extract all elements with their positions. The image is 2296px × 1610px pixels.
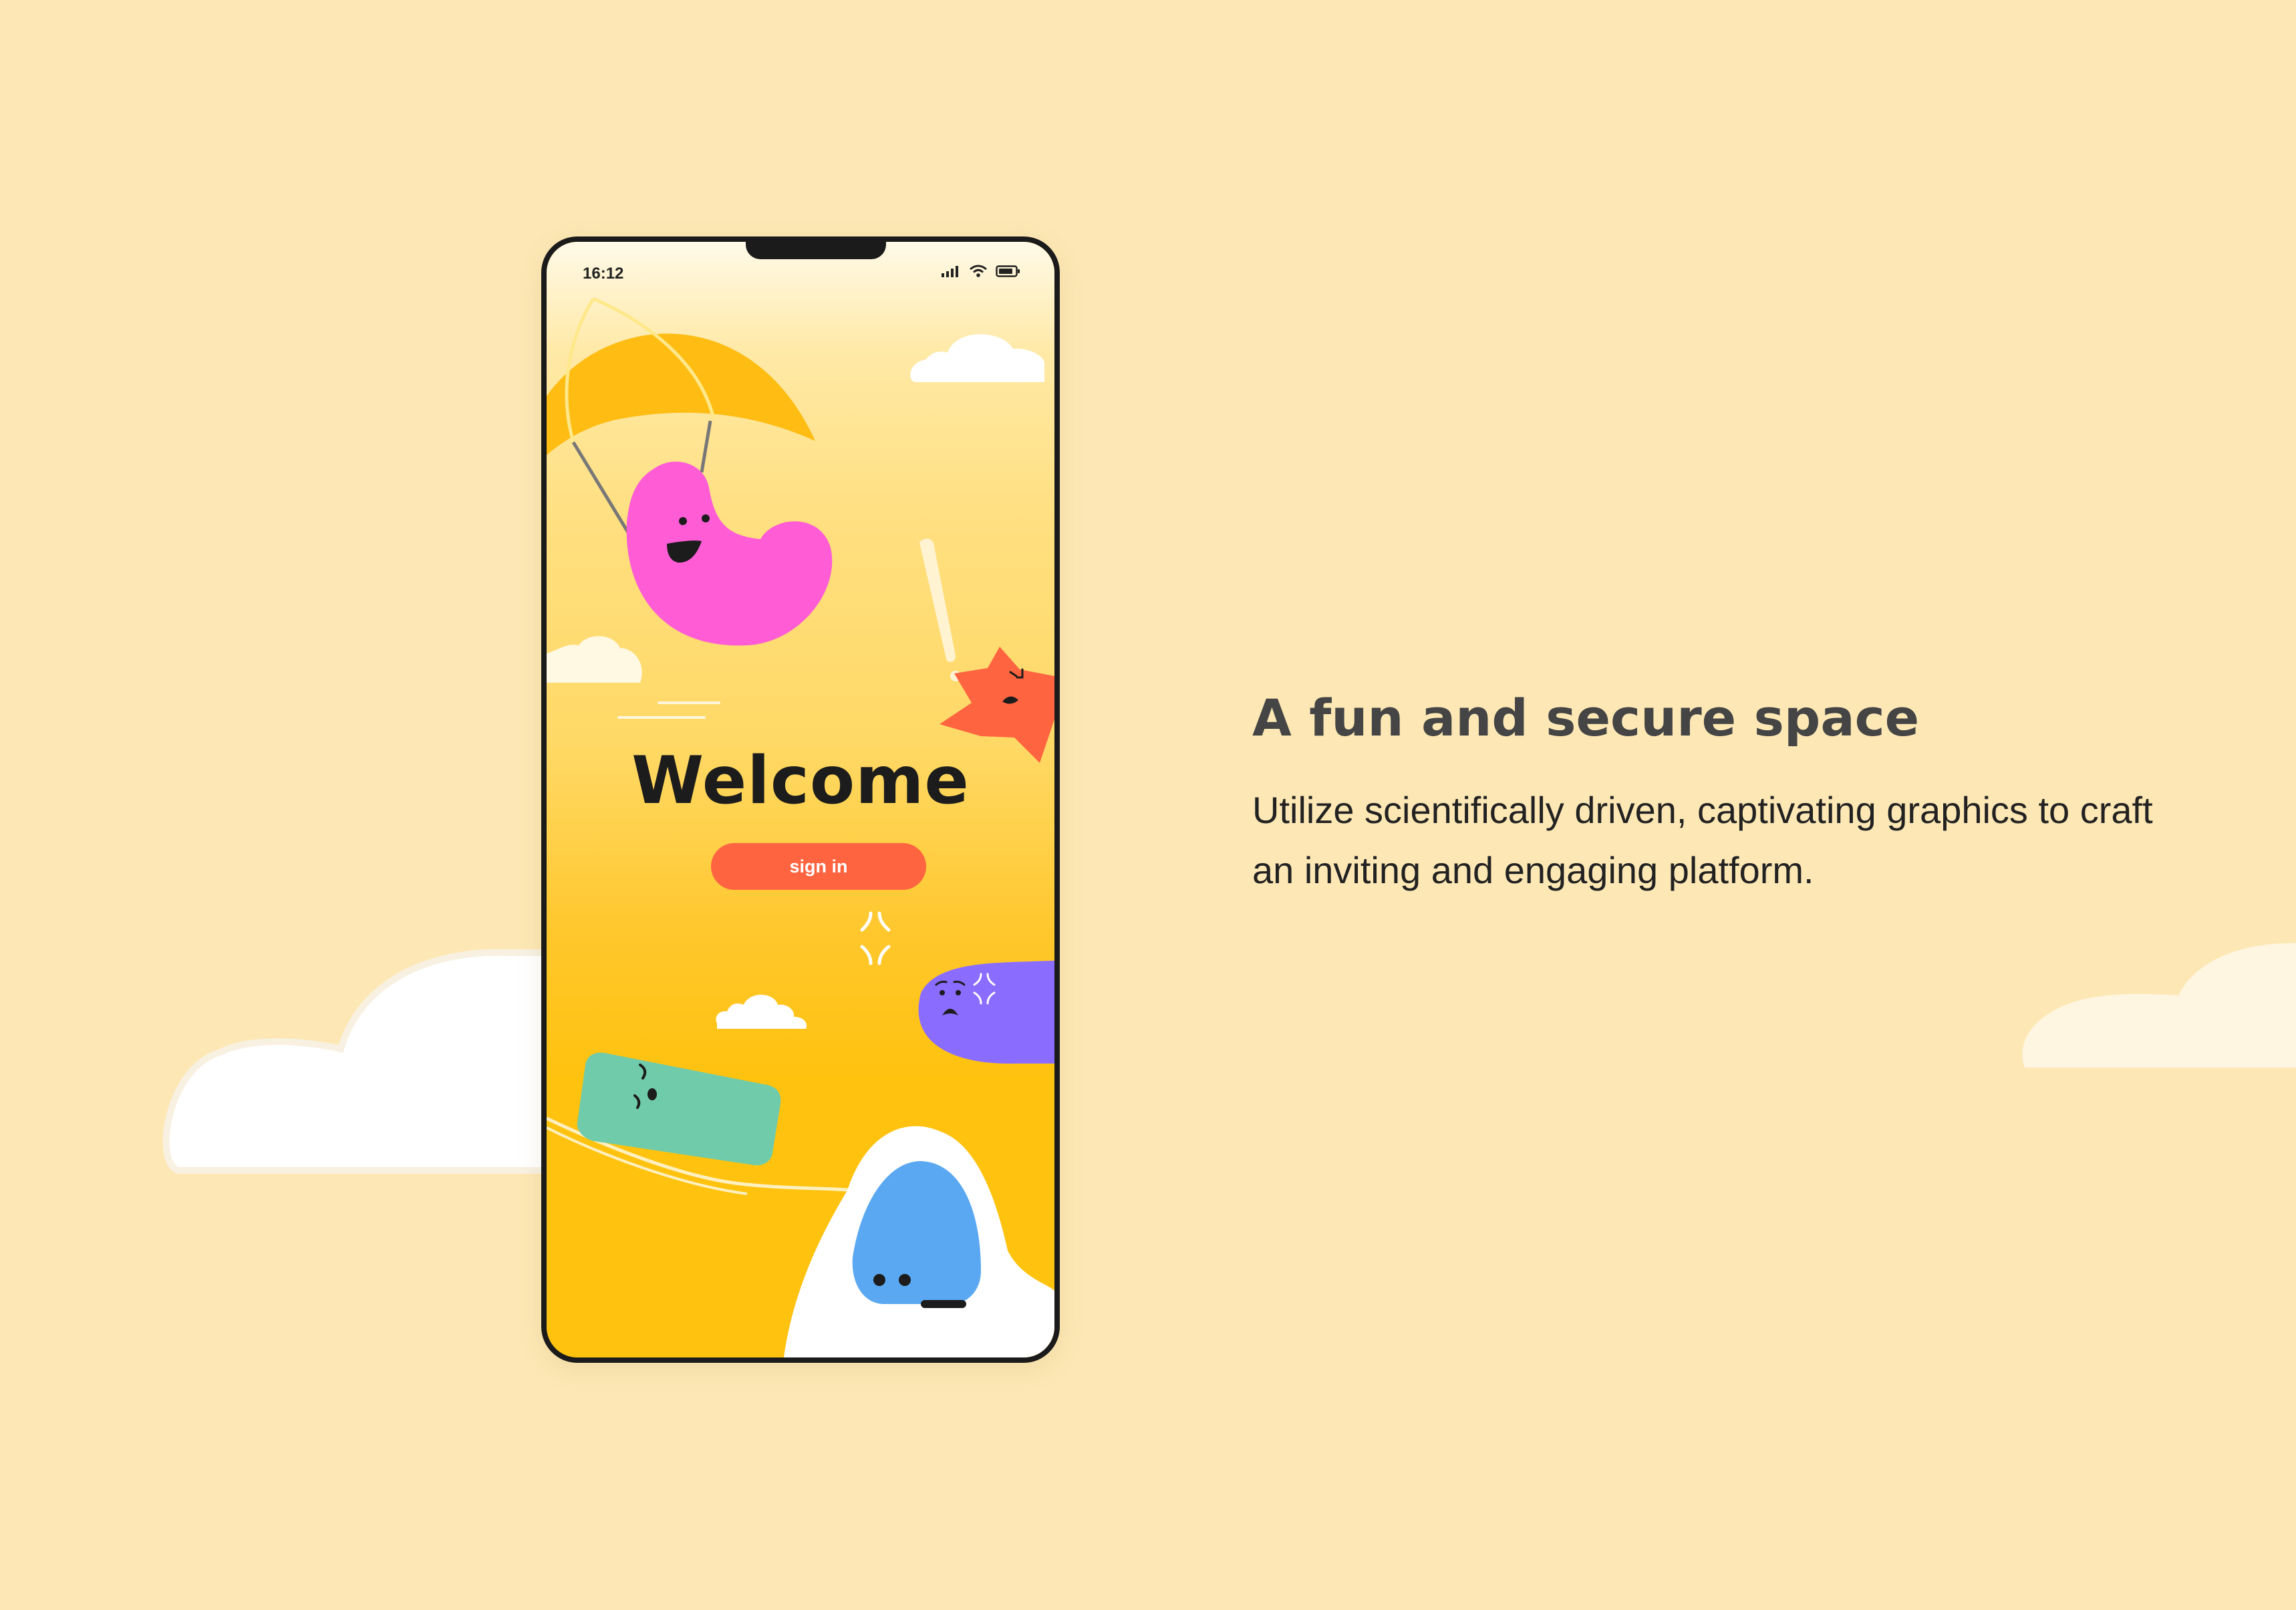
sign-in-button[interactable]: sign in (711, 843, 926, 890)
signal-icon (942, 266, 958, 277)
bean-eye-left (679, 517, 687, 525)
welcome-title: Welcome (631, 743, 970, 819)
wifi-icon (970, 265, 987, 277)
cloud-top-right (910, 334, 1044, 382)
right-cloud (2022, 943, 2296, 1068)
ghost-mouth (921, 1300, 966, 1308)
ghost-eye-left (873, 1274, 885, 1286)
hammock-green-character (547, 1052, 856, 1195)
phone-notch (746, 242, 886, 259)
status-bar: 16:12 (547, 261, 1054, 287)
green-mouth (648, 1088, 657, 1100)
ghost-eye-right (899, 1274, 911, 1286)
cloud-left (547, 636, 642, 683)
left-cloud (162, 949, 565, 1174)
status-time: 16:12 (583, 265, 624, 283)
phone-mockup: 16:12 Welcome sign in (541, 236, 1060, 1363)
exclamation-icon (919, 538, 961, 681)
purple-blob-character (918, 961, 1054, 1064)
description: Utilize scientifically driven, captivati… (1252, 789, 2153, 891)
bean-eye-right (702, 514, 710, 522)
purple-eye-left (940, 990, 945, 995)
ghost-character (784, 1126, 1054, 1357)
headline: A fun and secure space (1252, 688, 1920, 748)
pink-bean-character (626, 462, 833, 646)
battery-icon (996, 265, 1020, 277)
cloud-small-center (716, 995, 807, 1029)
sparkle-icon (860, 911, 891, 965)
purple-eye-right (956, 990, 961, 995)
status-icons (941, 265, 1021, 278)
